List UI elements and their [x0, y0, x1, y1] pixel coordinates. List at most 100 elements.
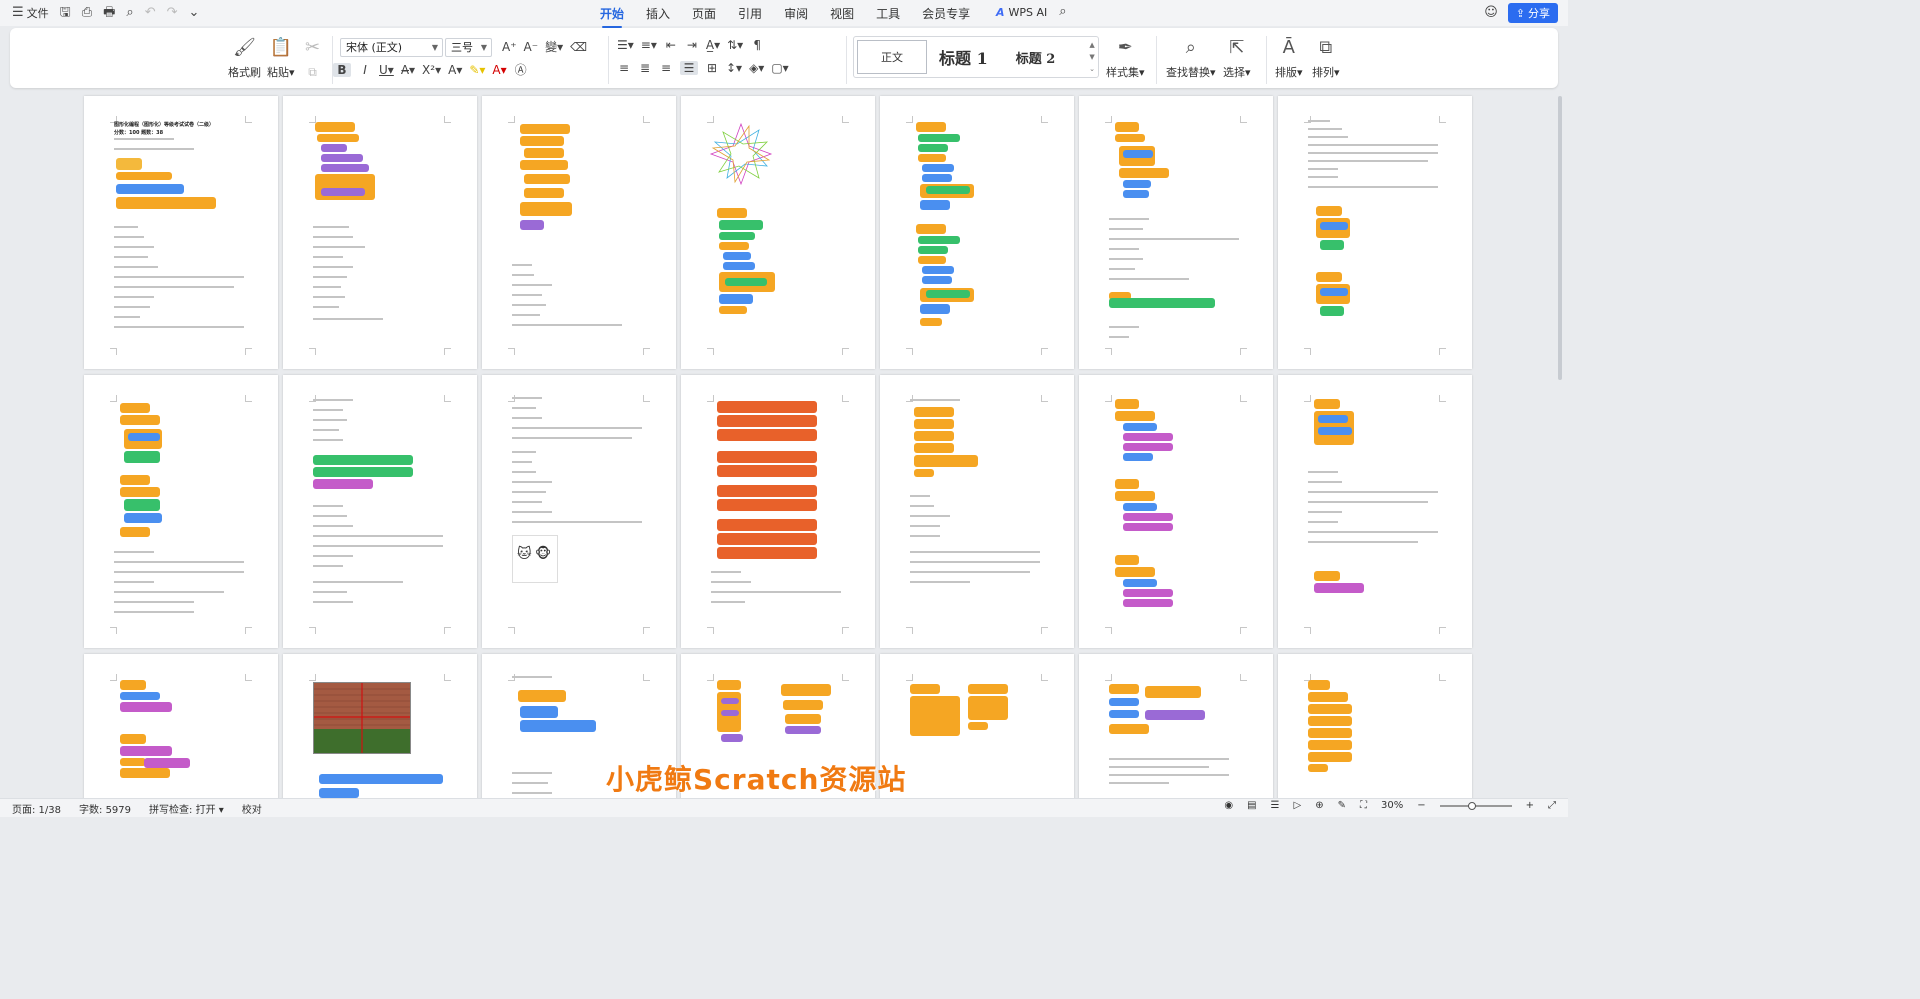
- pen-icon[interactable]: ✎: [1338, 800, 1346, 811]
- zoom-slider-knob[interactable]: [1467, 801, 1476, 810]
- shading-icon[interactable]: ◈▾: [749, 61, 764, 75]
- page-indicator[interactable]: 页面: 1/38: [12, 801, 61, 816]
- page-3[interactable]: [482, 96, 676, 369]
- format-painter-button[interactable]: 🖌 格式刷: [228, 36, 261, 80]
- zoom-slider[interactable]: [1439, 801, 1512, 810]
- arrange-button[interactable]: ⧉ 排列▾: [1312, 36, 1340, 80]
- page-2[interactable]: [283, 96, 477, 369]
- line-spacing-icon[interactable]: ↕▾: [726, 61, 742, 75]
- fullscreen-icon[interactable]: ⤢: [1548, 800, 1556, 811]
- align-center-icon[interactable]: ≣: [638, 61, 652, 75]
- zoom-in-icon[interactable]: +: [1526, 800, 1534, 811]
- align-left-icon[interactable]: ≡: [617, 61, 631, 75]
- text-effect-icon[interactable]: A▾: [448, 63, 462, 77]
- tab-references[interactable]: 引用: [738, 5, 762, 26]
- page-1[interactable]: 图形化编程（图形化）等级考试试卷（二级） 分数：100 题数：38: [84, 96, 278, 369]
- wps-ai-button[interactable]: A WPS AI ⌕: [996, 5, 1067, 19]
- page-13[interactable]: [1079, 375, 1273, 648]
- decrease-font-icon[interactable]: A⁻: [524, 40, 539, 54]
- page-12[interactable]: [880, 375, 1074, 648]
- sort-icon[interactable]: ⇅▾: [727, 38, 743, 52]
- spellcheck-toggle[interactable]: 拼写检查: 打开 ▾: [149, 801, 224, 816]
- tab-review[interactable]: 审阅: [784, 5, 808, 26]
- text-direction-icon[interactable]: A̲▾: [706, 38, 720, 52]
- increase-indent-icon[interactable]: ⇥: [685, 38, 699, 52]
- font-name-select[interactable]: 宋体 (正文) ▼: [340, 38, 443, 57]
- numbered-list-icon[interactable]: ≡▾: [641, 38, 657, 52]
- page-view-icon[interactable]: ▤: [1247, 800, 1256, 811]
- comment-icon[interactable]: ☺: [1484, 6, 1498, 20]
- page-21[interactable]: [1278, 654, 1472, 798]
- font-size-select[interactable]: 三号 ▼: [445, 38, 492, 57]
- file-menu[interactable]: ☰ 文件: [12, 5, 49, 21]
- page-9[interactable]: [283, 375, 477, 648]
- align-right-icon[interactable]: ≡: [659, 61, 673, 75]
- page-7[interactable]: [1278, 96, 1472, 369]
- style-normal[interactable]: 正文: [857, 40, 927, 74]
- document-area[interactable]: 图形化编程（图形化）等级考试试卷（二级） 分数：100 题数：38 🐱 🐵 小虎…: [0, 92, 1556, 798]
- fit-page-icon[interactable]: ⛶: [1360, 800, 1367, 811]
- style-set-button[interactable]: ✒ 样式集▾: [1106, 36, 1145, 80]
- style-heading-1[interactable]: 标题 1: [939, 45, 988, 69]
- web-view-icon[interactable]: ⊕: [1315, 800, 1323, 811]
- decrease-indent-icon[interactable]: ⇤: [664, 38, 678, 52]
- zoom-level[interactable]: 30%: [1381, 800, 1403, 811]
- vertical-scrollbar[interactable]: [1556, 96, 1564, 794]
- tab-member[interactable]: 会员专享: [922, 5, 970, 26]
- page-20[interactable]: [1079, 654, 1273, 798]
- bullet-list-icon[interactable]: ☰▾: [617, 38, 634, 52]
- show-marks-icon[interactable]: ¶: [750, 38, 764, 52]
- page-5[interactable]: [880, 96, 1074, 369]
- outline-view-icon[interactable]: ☰: [1271, 800, 1280, 811]
- save-icon[interactable]: 🖫: [60, 6, 71, 20]
- tab-tools[interactable]: 工具: [876, 5, 900, 26]
- chevron-down-icon[interactable]: ⌄: [189, 6, 200, 20]
- undo-icon[interactable]: ↶: [145, 6, 156, 20]
- proofread-button[interactable]: 校对: [242, 801, 262, 816]
- page-15[interactable]: [84, 654, 278, 798]
- print-icon[interactable]: 🖶: [103, 6, 115, 20]
- style-scroll-icon[interactable]: ▲ ▼ ⌄: [1089, 39, 1095, 75]
- layout-button[interactable]: Ā 排版▾: [1275, 36, 1303, 80]
- search-icon[interactable]: ⌕: [1059, 5, 1066, 19]
- page-10[interactable]: 🐱 🐵: [482, 375, 676, 648]
- page-16[interactable]: [283, 654, 477, 798]
- page-8[interactable]: [84, 375, 278, 648]
- style-heading-2[interactable]: 标题 2: [1016, 48, 1056, 67]
- tab-home[interactable]: 开始: [600, 5, 624, 28]
- bold-icon[interactable]: B: [333, 62, 351, 77]
- tab-view[interactable]: 视图: [830, 5, 854, 26]
- cut-copy-group[interactable]: ✂ ⧉: [305, 36, 320, 84]
- strikethrough-icon[interactable]: A̶▾: [401, 63, 415, 77]
- tab-insert[interactable]: 插入: [646, 5, 670, 26]
- justify-icon[interactable]: ☰: [680, 61, 698, 75]
- italic-icon[interactable]: I: [358, 63, 372, 77]
- underline-icon[interactable]: U▾: [379, 63, 394, 77]
- font-color-icon[interactable]: A▾: [492, 63, 506, 77]
- print-preview-icon[interactable]: ⌕: [126, 6, 133, 20]
- distribute-icon[interactable]: ⊞: [705, 61, 719, 75]
- page-19[interactable]: [880, 654, 1074, 798]
- paste-button[interactable]: 📋 粘贴▾: [267, 36, 295, 80]
- find-replace-button[interactable]: ⌕ 查找替换▾: [1166, 36, 1216, 80]
- scrollbar-thumb[interactable]: [1558, 96, 1562, 380]
- pinyin-guide-icon[interactable]: 變▾: [545, 38, 563, 55]
- page-14[interactable]: [1278, 375, 1472, 648]
- word-count[interactable]: 字数: 5979: [79, 801, 131, 816]
- increase-font-icon[interactable]: A⁺: [502, 40, 517, 54]
- eye-icon[interactable]: ◉: [1224, 800, 1233, 811]
- play-icon[interactable]: ▷: [1294, 800, 1302, 811]
- superscript-icon[interactable]: X²▾: [422, 63, 441, 77]
- highlight-icon[interactable]: ✎▾: [469, 63, 485, 77]
- tab-page[interactable]: 页面: [692, 5, 716, 26]
- clear-format-icon[interactable]: ⌫: [570, 40, 587, 54]
- border-icon[interactable]: ▢▾: [771, 61, 788, 75]
- export-pdf-icon[interactable]: ⎙: [82, 6, 92, 20]
- page-11[interactable]: [681, 375, 875, 648]
- redo-icon[interactable]: ↷: [167, 6, 178, 20]
- share-button[interactable]: ⇪ 分享: [1507, 3, 1558, 23]
- zoom-out-icon[interactable]: −: [1417, 800, 1425, 811]
- char-shading-icon[interactable]: Ⓐ: [514, 61, 528, 78]
- select-button[interactable]: ⇱ 选择▾: [1223, 36, 1251, 80]
- page-6[interactable]: [1079, 96, 1273, 369]
